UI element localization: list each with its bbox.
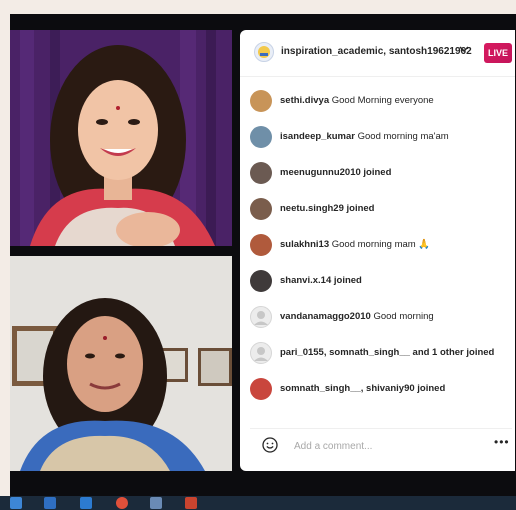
comment-username[interactable]: isandeep_kumar bbox=[280, 131, 355, 142]
comment-text: sulakhni13 Good morning mam 🙏 bbox=[280, 239, 430, 250]
comment-text: isandeep_kumar Good morning ma'am bbox=[280, 131, 449, 142]
commenter-avatar[interactable] bbox=[250, 90, 272, 112]
smiley-icon[interactable] bbox=[262, 437, 278, 453]
comment-item: isandeep_kumar Good morning ma'am bbox=[250, 125, 512, 149]
host-video-scene bbox=[10, 30, 232, 246]
commenter-avatar[interactable] bbox=[250, 306, 272, 328]
comment-item: sulakhni13 Good morning mam 🙏 bbox=[250, 233, 512, 257]
comment-body: Good morning mam 🙏 bbox=[331, 239, 431, 250]
comment-item: meenugunnu2010 joined bbox=[250, 161, 512, 185]
comment-text: somnath_singh__, shivaniy90 joined bbox=[280, 383, 445, 394]
academy-logo-icon bbox=[258, 46, 270, 58]
guest-video bbox=[10, 256, 232, 471]
comment-item: shanvi.x.14 joined bbox=[250, 269, 512, 293]
taskbar bbox=[0, 496, 516, 510]
store-icon[interactable] bbox=[44, 497, 56, 509]
comment-item: sethi.divya Good Morning everyone bbox=[250, 89, 512, 113]
comment-body: joined bbox=[333, 275, 362, 286]
commenter-avatar[interactable] bbox=[250, 198, 272, 220]
comment-item: neetu.singh29 joined bbox=[250, 197, 512, 221]
commenter-avatar[interactable] bbox=[250, 342, 272, 364]
comment-body: joined bbox=[363, 167, 392, 178]
comment-text: shanvi.x.14 joined bbox=[280, 275, 362, 286]
mail-icon[interactable] bbox=[80, 497, 92, 509]
comment-text: meenugunnu2010 joined bbox=[280, 167, 391, 178]
app-icon[interactable] bbox=[150, 497, 162, 509]
comment-body: joined bbox=[346, 203, 375, 214]
guest-video-scene bbox=[10, 256, 232, 471]
comment-text: vandanamaggo2010 Good morning bbox=[280, 311, 434, 322]
default-avatar-icon bbox=[254, 347, 268, 361]
comment-text: pari_0155, somnath_singh__ and 1 other j… bbox=[280, 347, 494, 358]
comment-username[interactable]: sethi.divya bbox=[280, 95, 329, 106]
comment-text: neetu.singh29 joined bbox=[280, 203, 375, 214]
comment-item: pari_0155, somnath_singh__ and 1 other j… bbox=[250, 341, 512, 365]
more-options-icon[interactable]: ••• bbox=[494, 435, 510, 449]
comment-username[interactable]: meenugunnu2010 bbox=[280, 167, 361, 178]
default-avatar-icon bbox=[254, 311, 268, 325]
comment-item: vandanamaggo2010 Good morning bbox=[250, 305, 512, 329]
stream-title[interactable]: inspiration_academic, santosh19621962 bbox=[281, 46, 472, 57]
powerpoint-icon[interactable] bbox=[185, 497, 197, 509]
stream-header: inspiration_academic, santosh19621962 LI… bbox=[240, 30, 515, 77]
commenter-avatar[interactable] bbox=[250, 234, 272, 256]
host-video bbox=[10, 30, 232, 246]
comment-username[interactable]: pari_0155, somnath_singh__ bbox=[280, 347, 410, 358]
window-top-strip bbox=[0, 0, 516, 14]
commenter-avatar[interactable] bbox=[250, 162, 272, 184]
comment-username[interactable]: neetu.singh29 bbox=[280, 203, 344, 214]
comment-body: Good Morning everyone bbox=[331, 95, 434, 106]
commenter-avatar[interactable] bbox=[250, 126, 272, 148]
comment-username[interactable]: shanvi.x.14 bbox=[280, 275, 331, 286]
comment-text: sethi.divya Good Morning everyone bbox=[280, 95, 434, 106]
commenter-avatar[interactable] bbox=[250, 270, 272, 292]
chrome-icon[interactable] bbox=[116, 497, 128, 509]
comment-username[interactable]: somnath_singh__, shivaniy90 bbox=[280, 383, 415, 394]
chevron-down-icon[interactable] bbox=[459, 43, 469, 57]
comment-item: somnath_singh__, shivaniy90 joined bbox=[250, 377, 512, 401]
comment-bar: ••• bbox=[250, 428, 512, 461]
live-badge: LIVE bbox=[484, 43, 512, 63]
comment-body: Good morning ma'am bbox=[357, 131, 449, 142]
comment-body: joined bbox=[417, 383, 446, 394]
comment-username[interactable]: vandanamaggo2010 bbox=[280, 311, 371, 322]
comment-input[interactable] bbox=[292, 436, 466, 456]
start-icon[interactable] bbox=[10, 497, 22, 509]
live-comments-panel: inspiration_academic, santosh19621962 LI… bbox=[240, 30, 515, 471]
comment-body: and 1 other joined bbox=[412, 347, 495, 358]
comment-body: Good morning bbox=[373, 311, 434, 322]
host-avatar[interactable] bbox=[254, 42, 274, 62]
commenter-avatar[interactable] bbox=[250, 378, 272, 400]
comment-username[interactable]: sulakhni13 bbox=[280, 239, 329, 250]
